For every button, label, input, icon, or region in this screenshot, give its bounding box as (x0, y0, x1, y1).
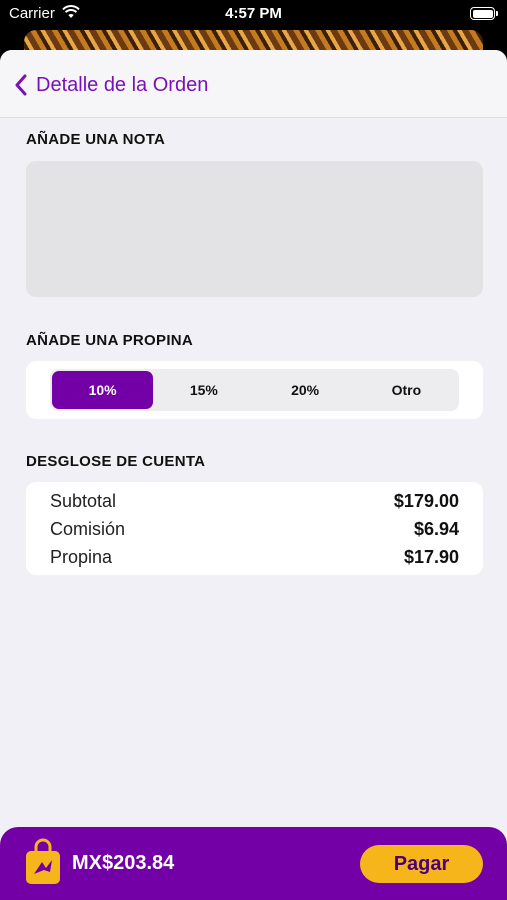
battery-icon (470, 7, 498, 20)
pay-button[interactable]: Pagar (360, 845, 483, 883)
breakdown-card: Subtotal $179.00 Comisión $6.94 Propina … (26, 482, 483, 575)
tip-option-other[interactable]: Otro (356, 371, 457, 409)
tip-section-title: AÑADE UNA PROPINA (26, 332, 194, 349)
shopping-bag-icon (24, 838, 62, 891)
order-total: MX$203.84 (72, 852, 175, 874)
chevron-left-icon (14, 74, 28, 96)
tip-option-10[interactable]: 10% (52, 371, 154, 409)
subtotal-row: Subtotal $179.00 (50, 488, 459, 514)
breakdown-section-title: DESGLOSE DE CUENTA (26, 453, 206, 470)
commission-value: $6.94 (413, 518, 459, 539)
back-button-label: Detalle de la Orden (36, 73, 209, 96)
tip-row: Propina $17.90 (50, 544, 459, 570)
subtotal-value: $179.00 (393, 490, 459, 511)
tip-option-15[interactable]: 15% (153, 371, 254, 409)
note-input[interactable] (26, 161, 483, 297)
status-bar: Carrier 4:57 PM (0, 0, 507, 30)
tip-card: 10% 15% 20% Otro (26, 361, 483, 419)
tip-segmented-control: 10% 15% 20% Otro (50, 369, 459, 411)
order-detail-sheet: Detalle de la Orden AÑADE UNA NOTA AÑADE… (0, 50, 507, 900)
navigation-bar: Detalle de la Orden (0, 50, 507, 118)
subtotal-label: Subtotal (50, 490, 117, 511)
commission-label: Comisión (50, 518, 126, 539)
tip-value: $17.90 (403, 546, 459, 567)
checkout-footer: MX$203.84 Pagar (0, 827, 507, 900)
status-time: 4:57 PM (225, 5, 282, 22)
tip-label: Propina (50, 546, 113, 567)
back-button[interactable]: Detalle de la Orden (14, 70, 208, 100)
tip-option-20[interactable]: 20% (255, 371, 356, 409)
commission-row: Comisión $6.94 (50, 516, 459, 542)
note-section-title: AÑADE UNA NOTA (26, 131, 166, 148)
